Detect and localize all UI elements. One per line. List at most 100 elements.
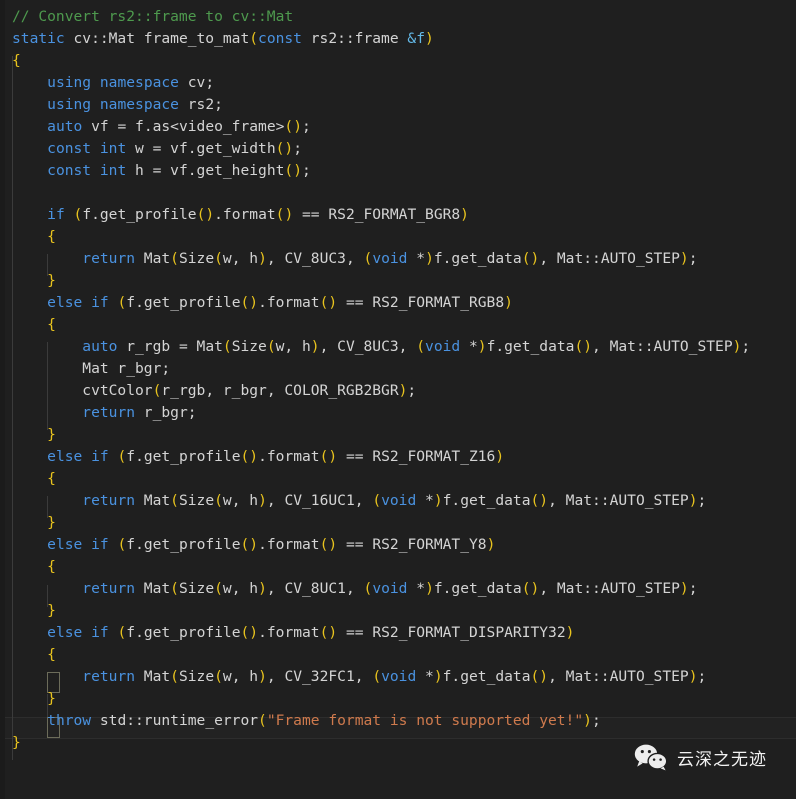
code-token: , CV_8UC3, [319,338,417,355]
code-line[interactable]: else if (f.get_profile().format() == RS2… [0,446,750,468]
code-line[interactable]: else if (f.get_profile().format() == RS2… [0,622,750,644]
code-token: Size [178,668,215,685]
code-token: ( [363,580,373,597]
code-line[interactable]: return Mat(Size(w, h), CV_8UC1, (void *)… [0,578,750,600]
code-token: ( [73,206,83,223]
code-token: auto [47,118,83,135]
code-line[interactable] [0,182,750,204]
code-token: () [275,140,294,157]
code-line[interactable]: using namespace cv; [0,72,750,94]
code-token: ) [258,492,267,509]
code-editor-surface[interactable]: // Convert rs2::frame to cv::Matstatic c… [0,0,796,799]
code-line[interactable]: auto vf = f.as<video_frame>(); [0,116,750,138]
code-line[interactable]: } [0,424,750,446]
code-token: == RS2_FORMAT_BGR8 [293,206,461,223]
code-token: cv::Mat frame_to_mat [64,30,250,47]
code-token: if [91,294,109,311]
code-token: namespace [99,74,179,91]
code-line[interactable]: else if (f.get_profile().format() == RS2… [0,534,750,556]
code-token: ( [214,668,223,685]
code-line[interactable]: return Mat(Size(w, h), CV_32FC1, (void *… [0,666,750,688]
code-token: ( [372,492,382,509]
code-token: ) [310,338,320,355]
code-line[interactable]: using namespace rs2; [0,94,750,116]
code-line[interactable]: const int h = vf.get_height(); [0,160,750,182]
code-token: int [99,140,127,157]
code-line[interactable]: return r_bgr; [0,402,750,424]
code-token: , Mat::AUTO_STEP [539,580,680,597]
code-token: () [240,536,259,553]
code-token: * [407,580,426,597]
code-line[interactable]: } [0,688,750,710]
code-token: rs2; [178,96,223,113]
code-token: ( [222,338,232,355]
code-line[interactable]: { [0,644,750,666]
code-line[interactable]: const int w = vf.get_width(); [0,138,750,160]
code-token: ) [425,250,434,267]
code-token: .format [258,448,320,465]
code-token: ( [117,624,127,641]
code-token: () [196,206,215,223]
code-token: , Mat::AUTO_STEP [548,668,689,685]
code-token: { [47,646,56,663]
code-line[interactable]: return Mat(Size(w, h), CV_8UC3, (void *)… [0,248,750,270]
code-line[interactable]: { [0,468,750,490]
code-line[interactable]: static cv::Mat frame_to_mat(const rs2::f… [0,28,750,50]
code-line[interactable]: else if (f.get_profile().format() == RS2… [0,292,750,314]
code-token: { [12,52,21,69]
code-line[interactable]: } [0,512,750,534]
code-line[interactable]: Mat r_bgr; [0,358,750,380]
code-token: r_bgr; [135,404,197,421]
code-token: ) [504,294,513,311]
code-token: const [47,140,92,157]
code-token: } [12,734,21,751]
code-line[interactable]: auto r_rgb = Mat(Size(w, h), CV_8UC3, (v… [0,336,750,358]
code-line[interactable]: { [0,226,750,248]
code-token: () [240,294,259,311]
wechat-logo-icon [634,744,668,771]
code-token: f.get_profile [126,448,241,465]
code-token: ( [249,30,259,47]
code-token: } [47,602,56,619]
code-token: else [47,624,83,641]
code-token: () [240,624,259,641]
code-token: Size [178,580,215,597]
code-line[interactable]: { [0,50,750,72]
code-line[interactable]: throw std::runtime_error("Frame format i… [0,710,750,732]
code-token: ; [697,492,707,509]
code-line[interactable]: } [0,600,750,622]
code-line[interactable]: return Mat(Size(w, h), CV_16UC1, (void *… [0,490,750,512]
code-content[interactable]: // Convert rs2::frame to cv::Matstatic c… [0,0,750,754]
code-token: w, h [222,668,259,685]
code-token: f.get_profile [82,206,197,223]
code-token: const [47,162,92,179]
code-line[interactable]: } [0,270,750,292]
code-token: ) [425,580,434,597]
code-token: { [47,316,56,333]
code-line[interactable]: { [0,556,750,578]
code-token: , CV_32FC1, [266,668,373,685]
code-token: ( [416,338,426,355]
code-token: ( [214,492,223,509]
code-token: // Convert rs2::frame to cv::Mat [12,8,294,25]
code-line[interactable]: if (f.get_profile().format() == RS2_FORM… [0,204,750,226]
code-line[interactable]: cvtColor(r_rgb, r_bgr, COLOR_RGB2BGR); [0,380,750,402]
code-token: } [47,514,56,531]
code-token: ) [258,580,267,597]
code-token: if [91,624,109,641]
code-token: ; [301,118,311,135]
code-token: , Mat::AUTO_STEP [592,338,733,355]
code-token: ( [170,250,179,267]
code-line[interactable]: // Convert rs2::frame to cv::Mat [0,6,750,28]
code-token: return [82,250,136,267]
code-line[interactable]: { [0,314,750,336]
